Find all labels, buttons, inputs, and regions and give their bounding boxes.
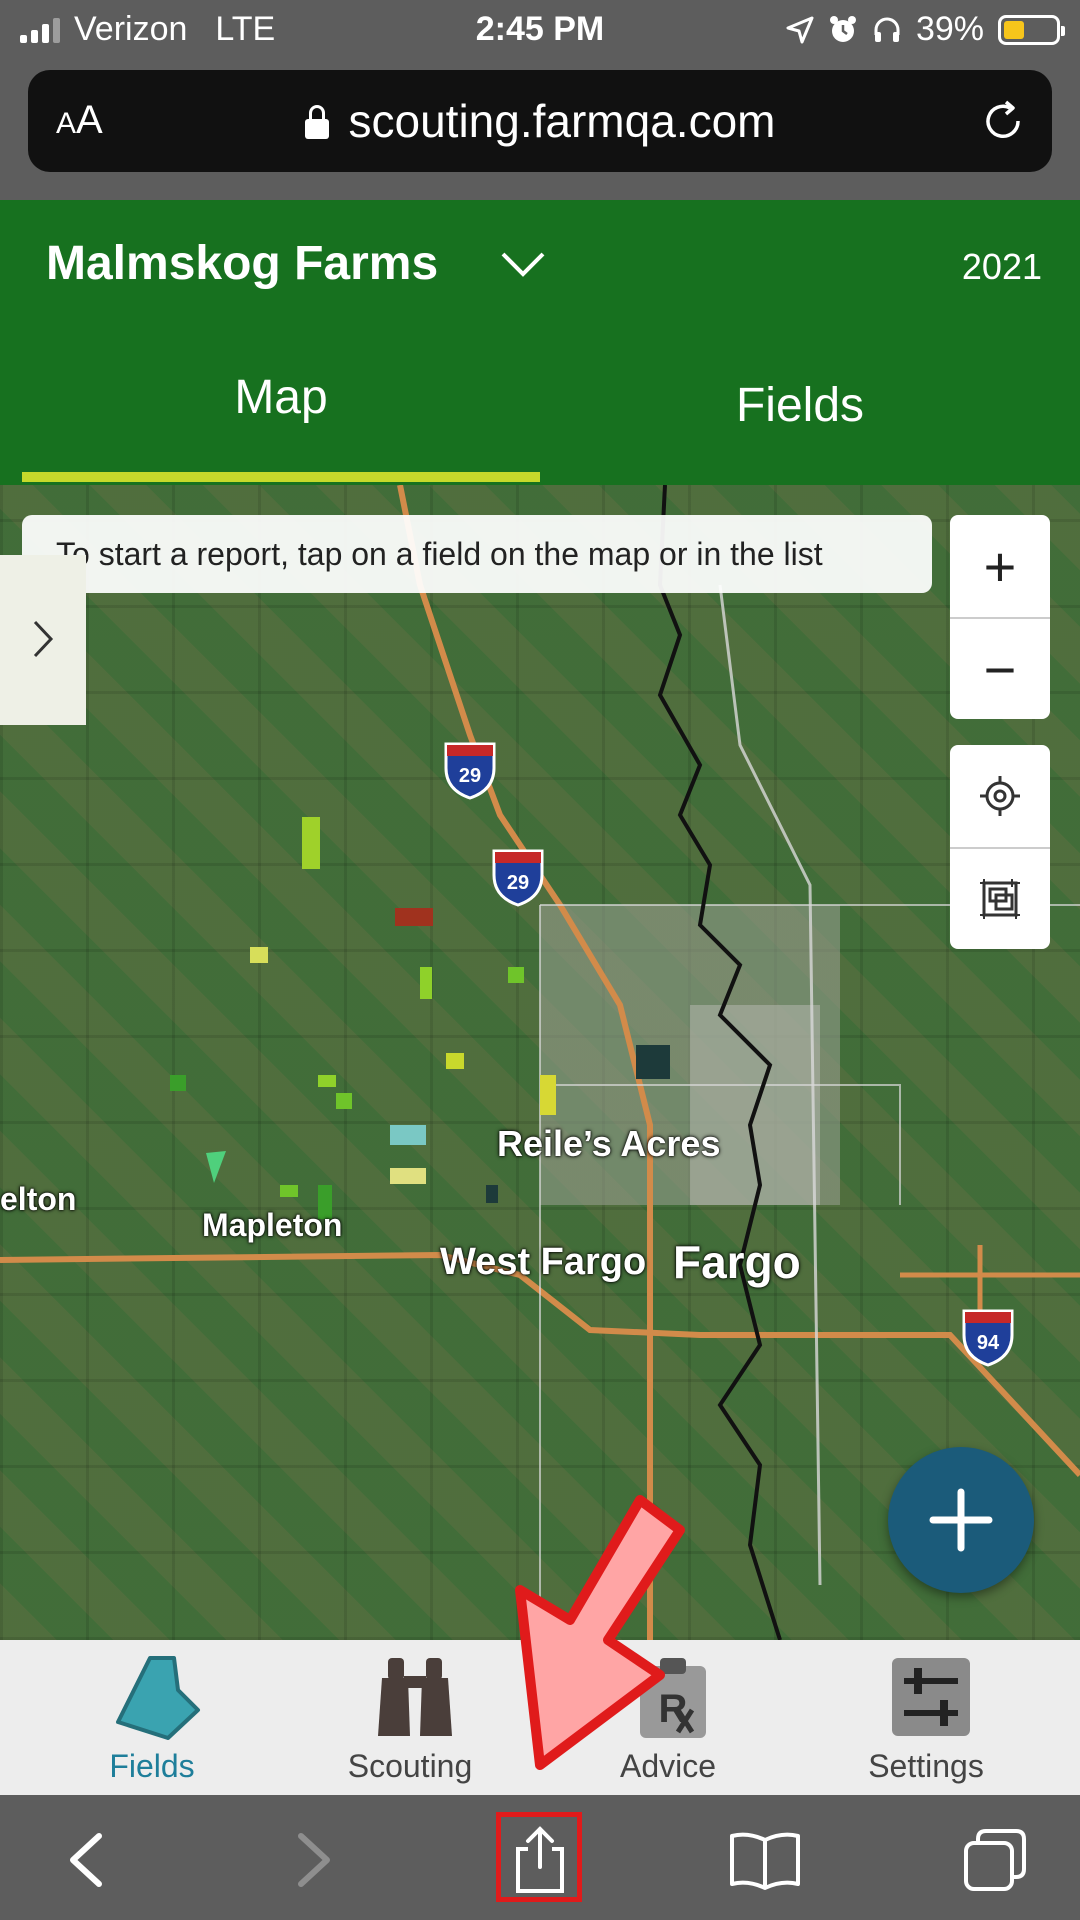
field-patch xyxy=(250,947,268,963)
nav-item-settings[interactable]: Settings xyxy=(791,1640,1061,1795)
nav-label-fields: Fields xyxy=(109,1748,195,1784)
binoculars-icon xyxy=(378,1658,452,1736)
field-patch xyxy=(508,967,524,983)
satellite-map[interactable]: 29 29 94 Reile’s Acres Mapleton elton We… xyxy=(0,485,1080,1640)
crosshair-icon xyxy=(980,776,1020,816)
field-patch xyxy=(170,1075,186,1091)
chevron-right-icon xyxy=(33,620,54,658)
zoom-to-fields-button[interactable] xyxy=(950,847,1050,949)
interstate-94-shield: 94 xyxy=(962,1309,1014,1367)
bookmarks-button[interactable] xyxy=(720,1815,810,1905)
locate-me-button[interactable] xyxy=(950,745,1050,847)
field-patch xyxy=(390,1125,426,1145)
field-patch xyxy=(336,1093,352,1109)
zoom-controls: + − xyxy=(950,515,1050,719)
field-patch xyxy=(636,1045,670,1079)
tabs-button[interactable] xyxy=(950,1815,1040,1905)
annotation-arrow-icon xyxy=(515,1495,685,1770)
i29-number-a: 29 xyxy=(459,765,481,787)
tab-fields[interactable]: Fields xyxy=(540,378,1060,433)
field-patch xyxy=(302,817,320,869)
field-list-toggle[interactable] xyxy=(0,555,86,725)
field-patch xyxy=(390,1168,426,1184)
headphones-icon xyxy=(874,17,900,42)
chevron-down-icon[interactable] xyxy=(500,250,546,278)
plus-icon xyxy=(929,1488,993,1552)
field-patch xyxy=(540,1075,556,1115)
map-tools xyxy=(950,745,1050,949)
field-patch xyxy=(206,1151,226,1183)
chevron-left-icon xyxy=(70,1833,102,1887)
field-patch xyxy=(395,908,433,926)
season-year[interactable]: 2021 xyxy=(962,246,1042,288)
field-patch xyxy=(486,1185,498,1203)
app-header: Malmskog Farms 2021 Map Fields xyxy=(0,200,1080,485)
interstate-29-shield: 29 xyxy=(444,742,496,800)
sliders-icon xyxy=(892,1658,970,1736)
status-bar: Verizon LTE 2:45 PM 39% xyxy=(0,0,1080,62)
farm-name[interactable]: Malmskog Farms xyxy=(46,236,438,291)
i29-number-b: 29 xyxy=(507,872,529,894)
url-text: scouting.farmqa.com xyxy=(348,95,776,147)
battery-percent: 39% xyxy=(915,10,984,48)
nav-label-settings: Settings xyxy=(868,1748,984,1784)
add-report-button[interactable] xyxy=(888,1447,1034,1593)
tabs-icon xyxy=(964,1829,1026,1891)
battery-icon xyxy=(998,14,1065,45)
active-tab-indicator xyxy=(22,472,540,482)
field-patch xyxy=(446,1053,464,1069)
annotation-highlight-box xyxy=(496,1812,582,1902)
map-label-mapleton: Mapleton xyxy=(202,1207,343,1243)
map-label-fargo: Fargo xyxy=(673,1236,801,1288)
zoom-in-button[interactable]: + xyxy=(950,515,1050,617)
reload-icon[interactable] xyxy=(980,98,1026,144)
field-patch xyxy=(420,967,432,999)
url-field[interactable]: scouting.farmqa.com xyxy=(28,94,1052,148)
lock-icon xyxy=(304,105,329,139)
map-label-reiles-acres: Reile’s Acres xyxy=(497,1123,721,1164)
map-label-west-fargo: West Fargo xyxy=(440,1241,647,1283)
address-bar[interactable]: AA scouting.farmqa.com xyxy=(28,70,1052,172)
fit-extent-icon xyxy=(980,879,1020,919)
map-label-elton: elton xyxy=(0,1181,77,1217)
back-button[interactable] xyxy=(40,1815,130,1905)
tab-map[interactable]: Map xyxy=(22,370,540,425)
forward-button[interactable] xyxy=(270,1815,360,1905)
nav-item-fields[interactable]: Fields xyxy=(17,1640,287,1795)
map-hint-banner: To start a report, tap on a field on the… xyxy=(22,515,932,593)
field-patch xyxy=(280,1185,298,1197)
field-patch xyxy=(318,1075,336,1087)
location-arrow-icon xyxy=(786,16,814,43)
chevron-right-icon xyxy=(298,1833,330,1887)
alarm-icon xyxy=(829,15,856,42)
i94-number: 94 xyxy=(977,1332,1000,1354)
zoom-out-button[interactable]: − xyxy=(950,617,1050,719)
field-polygon-icon xyxy=(116,1656,200,1740)
interstate-29-shield-south: 29 xyxy=(492,849,544,907)
book-icon xyxy=(730,1832,800,1890)
